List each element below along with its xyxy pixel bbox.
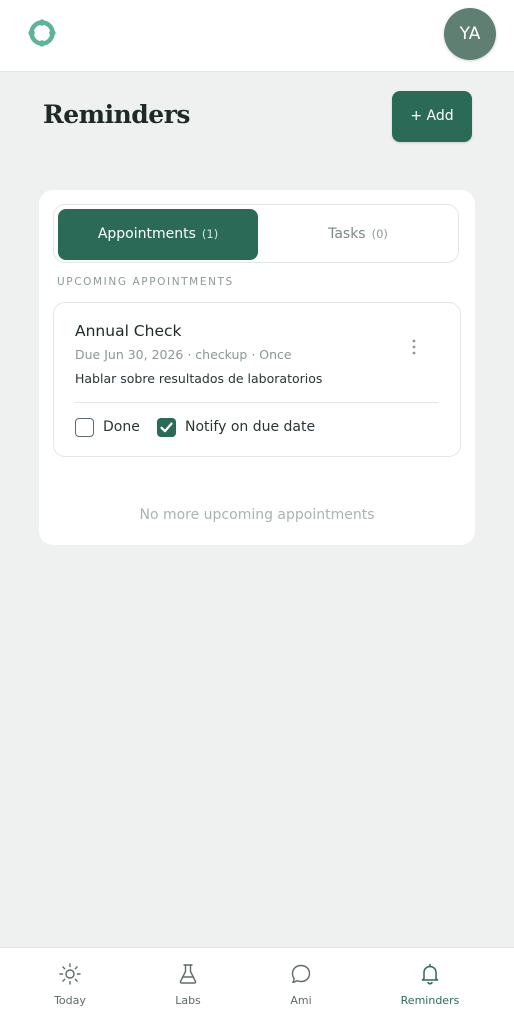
checkmark-icon [160,422,173,433]
bell-icon [421,963,439,985]
nav-label-today: Today [54,994,86,1007]
done-checkbox[interactable] [75,418,94,437]
avatar[interactable]: YA [444,8,496,60]
app-logo-icon[interactable] [26,17,58,49]
nav-item-ami[interactable]: Ami [256,962,346,1007]
done-label: Done [103,419,140,435]
tab-tasks-label: Tasks [328,226,366,242]
bottom-nav: Today Labs Ami Reminders [0,947,514,1025]
nav-item-today[interactable]: Today [25,962,115,1007]
tab-tasks[interactable]: Tasks (0) [258,209,458,260]
tab-appointments-label: Appointments [97,226,196,242]
reminders-card: Appointments (1) Tasks (0) UPCOMING APPOIN… [39,190,475,545]
add-reminder-button[interactable]: + Add [392,91,472,142]
sun-icon [59,963,81,985]
page-title: Reminders [43,100,190,129]
empty-state-message: No more upcoming appointments [139,507,375,523]
section-label: UPCOMING APPOINTMENTS [57,276,234,288]
notify-checkbox[interactable] [157,418,176,437]
nav-label-ami: Ami [290,994,312,1007]
divider [75,402,439,403]
tab-appointments-count: (1) [201,227,219,241]
nav-label-labs: Labs [175,994,201,1007]
appointment-note: Hablar sobre resultados de laboratorios [75,371,323,386]
appointment-meta: Due Jun 30, 2026 · checkup · Once [75,347,292,362]
chat-bubble-icon [291,964,311,984]
appointment-item[interactable]: Annual Check Due Jun 30, 2026 · checkup … [53,302,461,457]
tab-tasks-count: (0) [371,227,388,241]
notify-label: Notify on due date [185,419,316,435]
tab-bar: Appointments (1) Tasks (0) [53,204,459,263]
nav-item-labs[interactable]: Labs [143,962,233,1007]
more-options-icon[interactable] [408,337,420,357]
top-bar: YA [0,0,514,72]
nav-label-reminders: Reminders [400,994,460,1007]
nav-item-reminders[interactable]: Reminders [385,962,475,1007]
tab-appointments[interactable]: Appointments (1) [58,209,258,260]
appointment-title: Annual Check [75,322,182,340]
flask-icon [179,964,197,984]
